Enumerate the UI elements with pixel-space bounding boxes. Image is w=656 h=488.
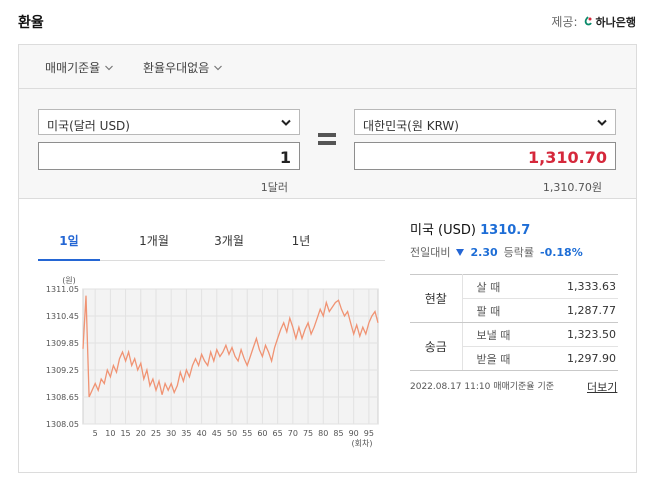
table-row: 현찰 살 때 1,333.63 <box>410 274 618 323</box>
country-label: 미국 (USD) <box>410 223 476 238</box>
x-tick-label: 20 <box>136 429 146 438</box>
preferential-label: 환율우대없음 <box>143 61 210 75</box>
prev-day-change: 2.30 <box>470 245 498 259</box>
rate-row-label: 살 때 <box>462 274 532 299</box>
rate-row-label: 받을 때 <box>462 346 532 371</box>
x-tick-label: 55 <box>242 429 252 438</box>
exchange-panel: 매매기준율 환율우대없음 미국(달러 USD) 1 1달러 대한민국(원 KRW… <box>18 44 637 473</box>
provider-info: 제공: 하나은행 <box>551 13 636 30</box>
current-rate: 1310.7 <box>480 223 531 238</box>
x-tick-label: 50 <box>227 429 237 438</box>
x-tick-label: 70 <box>288 429 298 438</box>
x-tick-label: 30 <box>166 429 176 438</box>
rate-row-label: 팔 때 <box>462 298 532 323</box>
prev-day-label: 전일대비 <box>410 246 451 259</box>
from-currency-select[interactable]: 미국(달러 USD) <box>38 109 300 135</box>
page-title: 환율 <box>18 15 44 31</box>
x-tick-label: 85 <box>333 429 343 438</box>
rate-type-dropdown[interactable]: 매매기준율 <box>45 59 114 76</box>
remit-group-label: 송금 <box>410 322 463 371</box>
rate-row-value: 1,323.50 <box>532 322 618 347</box>
bank-logo: 하나은행 <box>582 14 636 30</box>
x-tick-label: 75 <box>303 429 313 438</box>
y-tick-label: 1308.05 <box>46 420 79 429</box>
x-tick-label: 5 <box>93 429 98 438</box>
table-row: 송금 보낼 때 1,323.50 <box>410 322 618 371</box>
x-tick-label: 60 <box>257 429 267 438</box>
provider-label: 제공: <box>551 15 578 29</box>
x-tick-label: 40 <box>197 429 207 438</box>
change-line: 전일대비 2.30 등락률 -0.18% <box>410 244 618 260</box>
country-rate-line: 미국 (USD) 1310.7 <box>410 219 618 238</box>
rate-line-chart: 1311.05 1310.45 1309.85 1309.25 1308.65 1308.… <box>46 276 379 448</box>
x-tick-label: 80 <box>318 429 328 438</box>
x-tick-label: 65 <box>273 429 283 438</box>
tab-1month[interactable]: 1개월 <box>123 232 185 249</box>
rate-row-label: 보낼 때 <box>462 322 532 347</box>
tab-1year[interactable]: 1년 <box>270 232 332 249</box>
dropdown-arrow-icon <box>597 119 607 126</box>
x-tick-label: 10 <box>105 429 115 438</box>
to-amount-input[interactable]: 1,310.70 <box>354 142 616 170</box>
rate-row-value: 1,287.77 <box>532 298 618 323</box>
tab-1day[interactable]: 1일 <box>38 232 100 249</box>
x-tick-label: 90 <box>349 429 359 438</box>
active-tab-indicator <box>38 259 100 261</box>
dropdown-arrow-icon <box>281 119 291 126</box>
change-rate-label: 등락률 <box>503 246 534 259</box>
rate-type-label: 매매기준율 <box>45 61 101 75</box>
period-tabs: 1일 1개월 3개월 1년 <box>38 217 385 261</box>
rate-row-value: 1,297.90 <box>532 346 618 371</box>
y-tick-label: 1309.85 <box>46 339 79 348</box>
chevron-down-icon <box>105 65 114 70</box>
x-tick-label: 25 <box>151 429 161 438</box>
y-tick-label: 1309.25 <box>46 366 79 375</box>
to-amount-caption: 1,310.70원 <box>542 181 602 194</box>
y-tick-label: 1310.45 <box>46 312 79 321</box>
converter: 미국(달러 USD) 1 1달러 대한민국(원 KRW) 1,310.70 1,… <box>19 89 636 199</box>
from-amount-caption: 1달러 <box>260 181 288 194</box>
x-tick-label: 15 <box>120 429 130 438</box>
cash-group-label: 현찰 <box>410 274 463 323</box>
x-axis-label: (회차) <box>352 439 373 448</box>
chevron-down-icon <box>214 65 223 70</box>
rate-row-value: 1,333.63 <box>532 274 618 299</box>
rates-table: 현찰 살 때 1,333.63 팔 때 1,287.77 송금 보낼 때 1,3… <box>410 274 618 371</box>
y-tick-label: 1308.65 <box>46 393 79 402</box>
from-currency-label: 미국(달러 USD) <box>47 119 130 133</box>
tab-3month[interactable]: 3개월 <box>198 232 260 249</box>
options-bar: 매매기준율 환율우대없음 <box>19 45 636 89</box>
to-currency-select[interactable]: 대한민국(원 KRW) <box>354 109 616 135</box>
x-tick-label: 35 <box>181 429 191 438</box>
down-triangle-icon <box>456 248 465 256</box>
y-axis-label: (원) <box>62 276 76 285</box>
change-rate-value: -0.18% <box>540 245 583 259</box>
preferential-dropdown[interactable]: 환율우대없음 <box>143 59 223 76</box>
more-link[interactable]: 더보기 <box>587 379 617 395</box>
from-amount-input[interactable]: 1 <box>38 142 300 170</box>
x-tick-label: 95 <box>364 429 374 438</box>
rate-summary: 미국 (USD) 1310.7 전일대비 2.30 등락률 -0.18% <box>410 219 618 260</box>
to-currency-label: 대한민국(원 KRW) <box>363 119 459 133</box>
y-tick-label: 1311.05 <box>46 285 79 294</box>
equals-icon <box>318 133 336 145</box>
provider-name: 하나은행 <box>595 15 636 29</box>
basis-note: 2022.08.17 11:10 매매기준율 기준 <box>410 382 555 392</box>
x-tick-label: 45 <box>212 429 222 438</box>
hana-logo-icon <box>584 15 592 25</box>
